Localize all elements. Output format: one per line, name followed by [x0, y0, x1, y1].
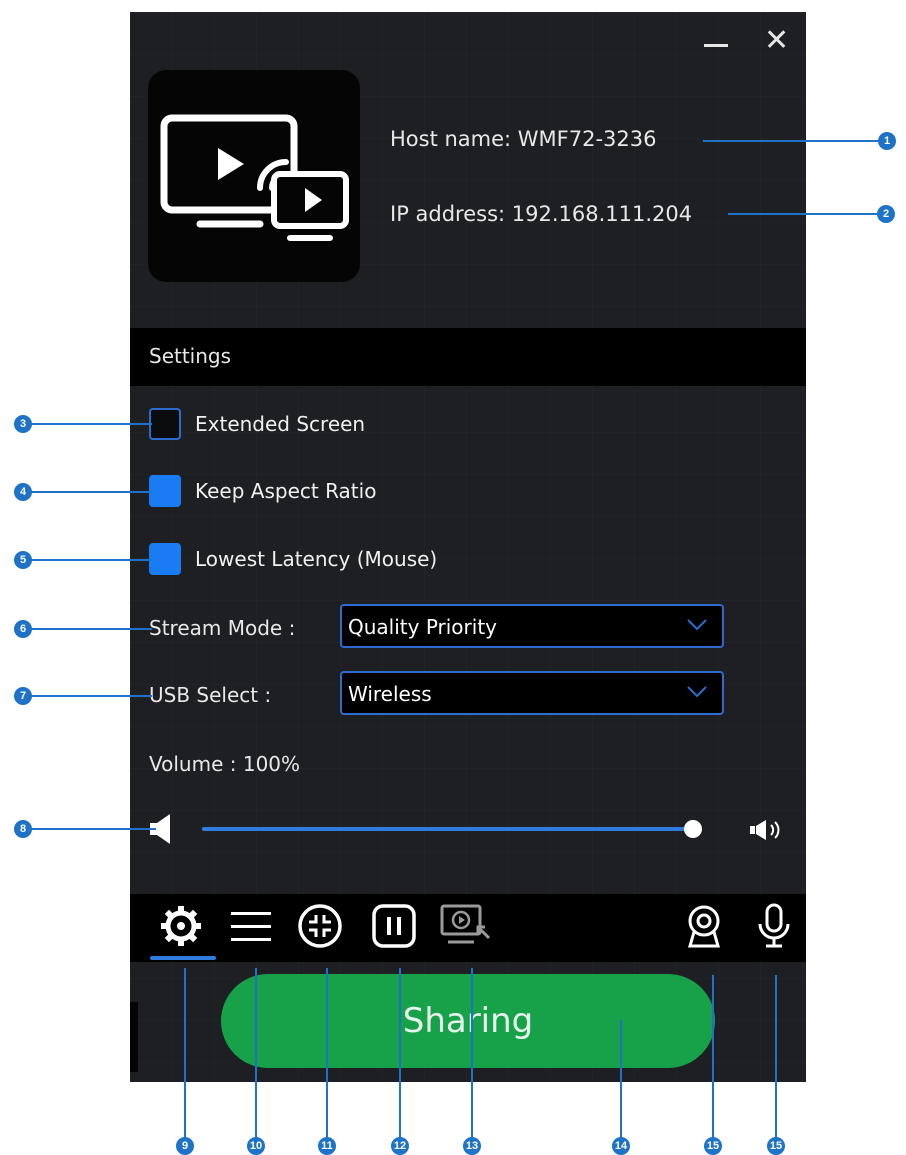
app-logo	[148, 70, 360, 282]
callout-badge: 8	[14, 820, 32, 838]
keep-aspect-ratio-checkbox[interactable]	[149, 475, 181, 507]
lowest-latency-option[interactable]: Lowest Latency (Mouse)	[149, 541, 437, 577]
host-name-label: Host name: WMF72-3236	[390, 127, 657, 151]
menu-list-icon[interactable]	[227, 902, 275, 950]
chevron-down-icon	[687, 619, 707, 631]
keep-aspect-ratio-label: Keep Aspect Ratio	[195, 479, 377, 503]
extended-screen-checkbox[interactable]	[149, 408, 181, 440]
callout-line	[703, 140, 883, 142]
callout-badge: 6	[14, 620, 32, 638]
stream-mode-label: Stream Mode :	[149, 616, 296, 640]
callout-badge: 5	[14, 551, 32, 569]
callout-line	[30, 491, 152, 493]
extended-screen-label: Extended Screen	[195, 412, 366, 436]
usb-select-dropdown[interactable]: Wireless	[340, 671, 724, 715]
callout-line	[712, 975, 714, 1140]
callout-badge: 15	[704, 1137, 722, 1155]
callout-line	[30, 423, 152, 425]
extended-screen-option[interactable]: Extended Screen	[149, 406, 365, 442]
ip-address-label: IP address: 192.168.111.204	[390, 202, 693, 226]
callout-badge: 9	[176, 1137, 194, 1155]
callout-badge: 13	[463, 1137, 481, 1155]
webcam-icon[interactable]	[680, 902, 728, 950]
stream-mode-select[interactable]: Quality Priority	[340, 604, 724, 648]
callout-badge: 14	[612, 1137, 630, 1155]
callout-badge: 11	[318, 1137, 336, 1155]
fit-screen-icon[interactable]	[296, 902, 344, 950]
stream-mode-value: Quality Priority	[348, 615, 498, 639]
callout-badge: 1	[878, 132, 896, 150]
pause-icon[interactable]	[370, 902, 418, 950]
callout-line	[30, 828, 156, 830]
usb-select-label: USB Select :	[149, 683, 272, 707]
settings-gear-icon[interactable]	[157, 902, 205, 950]
callout-line	[30, 559, 152, 561]
volume-max-icon[interactable]	[748, 817, 792, 843]
chevron-down-icon	[687, 686, 707, 698]
callout-badge: 10	[247, 1137, 265, 1155]
bottom-toolbar	[130, 894, 806, 962]
settings-title: Settings	[149, 344, 232, 368]
volume-slider[interactable]	[202, 820, 702, 838]
screen-mirror-icon[interactable]	[438, 902, 491, 950]
callout-badge: 3	[14, 415, 32, 433]
lowest-latency-checkbox[interactable]	[149, 543, 181, 575]
usb-select-value: Wireless	[348, 682, 432, 706]
callout-badge: 15	[767, 1137, 785, 1155]
keep-aspect-ratio-option[interactable]: Keep Aspect Ratio	[149, 473, 376, 509]
settings-header: Settings	[130, 328, 806, 386]
volume-label: Volume : 100%	[149, 752, 301, 776]
callout-line	[728, 213, 880, 215]
callout-badge: 4	[14, 483, 32, 501]
callout-line	[30, 695, 152, 697]
close-icon[interactable]: ✕	[764, 26, 789, 56]
callout-badge: 7	[14, 687, 32, 705]
edge-strip	[130, 1002, 138, 1072]
callout-line	[775, 975, 777, 1140]
volume-slider-knob[interactable]	[684, 820, 702, 838]
callout-line	[399, 968, 401, 1140]
callout-badge: 12	[391, 1137, 409, 1155]
active-tab-indicator	[150, 956, 216, 960]
callout-line	[471, 968, 473, 1140]
callout-line	[184, 968, 186, 1140]
sharing-button[interactable]: Sharing	[221, 974, 715, 1068]
callout-line	[620, 1020, 622, 1140]
minimize-icon[interactable]	[704, 44, 728, 47]
volume-slider-fill	[202, 827, 693, 831]
callout-line	[326, 968, 328, 1140]
app-window: ✕ Host name: WMF72-3236 IP address: 192.…	[130, 12, 806, 1082]
callout-line	[30, 628, 152, 630]
callout-badge: 2	[877, 205, 895, 223]
callout-line	[255, 968, 257, 1140]
microphone-icon[interactable]	[750, 902, 798, 950]
lowest-latency-label: Lowest Latency (Mouse)	[195, 547, 438, 571]
